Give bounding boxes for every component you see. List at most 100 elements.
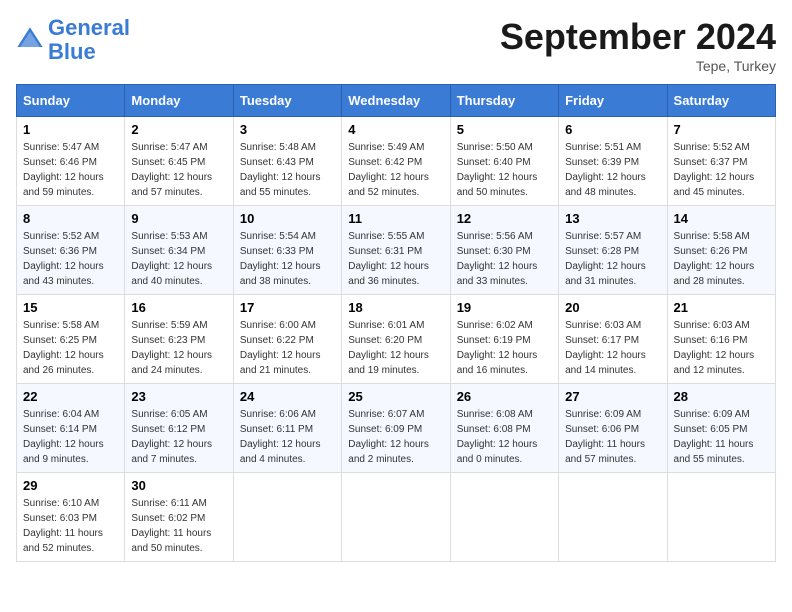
calendar-cell: 28 Sunrise: 6:09 AM Sunset: 6:05 PM Dayl… [667, 384, 775, 473]
day-info: Sunrise: 6:09 AM Sunset: 6:06 PM Dayligh… [565, 407, 660, 467]
day-number: 7 [674, 122, 769, 137]
page-header: GeneralBlue September 2024 Tepe, Turkey [16, 16, 776, 74]
day-number: 24 [240, 389, 335, 404]
day-number: 27 [565, 389, 660, 404]
calendar-cell: 30 Sunrise: 6:11 AM Sunset: 6:02 PM Dayl… [125, 473, 233, 562]
calendar-cell: 9 Sunrise: 5:53 AM Sunset: 6:34 PM Dayli… [125, 206, 233, 295]
calendar-cell: 15 Sunrise: 5:58 AM Sunset: 6:25 PM Dayl… [17, 295, 125, 384]
day-number: 18 [348, 300, 443, 315]
day-number: 15 [23, 300, 118, 315]
day-info: Sunrise: 6:01 AM Sunset: 6:20 PM Dayligh… [348, 318, 443, 378]
calendar-cell: 24 Sunrise: 6:06 AM Sunset: 6:11 PM Dayl… [233, 384, 341, 473]
day-info: Sunrise: 5:47 AM Sunset: 6:46 PM Dayligh… [23, 140, 118, 200]
day-number: 6 [565, 122, 660, 137]
day-info: Sunrise: 5:49 AM Sunset: 6:42 PM Dayligh… [348, 140, 443, 200]
day-info: Sunrise: 5:53 AM Sunset: 6:34 PM Dayligh… [131, 229, 226, 289]
day-number: 12 [457, 211, 552, 226]
calendar-cell: 21 Sunrise: 6:03 AM Sunset: 6:16 PM Dayl… [667, 295, 775, 384]
calendar-cell: 22 Sunrise: 6:04 AM Sunset: 6:14 PM Dayl… [17, 384, 125, 473]
calendar-table: SundayMondayTuesdayWednesdayThursdayFrid… [16, 84, 776, 562]
calendar-cell: 2 Sunrise: 5:47 AM Sunset: 6:45 PM Dayli… [125, 117, 233, 206]
col-header-friday: Friday [559, 85, 667, 117]
calendar-cell [559, 473, 667, 562]
day-info: Sunrise: 6:07 AM Sunset: 6:09 PM Dayligh… [348, 407, 443, 467]
col-header-wednesday: Wednesday [342, 85, 450, 117]
day-number: 8 [23, 211, 118, 226]
day-number: 19 [457, 300, 552, 315]
day-info: Sunrise: 6:04 AM Sunset: 6:14 PM Dayligh… [23, 407, 118, 467]
day-number: 4 [348, 122, 443, 137]
logo-icon [16, 26, 44, 54]
day-info: Sunrise: 6:02 AM Sunset: 6:19 PM Dayligh… [457, 318, 552, 378]
calendar-cell: 4 Sunrise: 5:49 AM Sunset: 6:42 PM Dayli… [342, 117, 450, 206]
day-info: Sunrise: 5:55 AM Sunset: 6:31 PM Dayligh… [348, 229, 443, 289]
day-info: Sunrise: 5:47 AM Sunset: 6:45 PM Dayligh… [131, 140, 226, 200]
day-info: Sunrise: 6:03 AM Sunset: 6:17 PM Dayligh… [565, 318, 660, 378]
day-info: Sunrise: 6:03 AM Sunset: 6:16 PM Dayligh… [674, 318, 769, 378]
day-info: Sunrise: 5:59 AM Sunset: 6:23 PM Dayligh… [131, 318, 226, 378]
calendar-cell: 19 Sunrise: 6:02 AM Sunset: 6:19 PM Dayl… [450, 295, 558, 384]
location: Tepe, Turkey [500, 58, 776, 74]
calendar-cell [667, 473, 775, 562]
day-number: 13 [565, 211, 660, 226]
day-info: Sunrise: 5:54 AM Sunset: 6:33 PM Dayligh… [240, 229, 335, 289]
calendar-cell: 16 Sunrise: 5:59 AM Sunset: 6:23 PM Dayl… [125, 295, 233, 384]
calendar-cell: 12 Sunrise: 5:56 AM Sunset: 6:30 PM Dayl… [450, 206, 558, 295]
day-info: Sunrise: 6:11 AM Sunset: 6:02 PM Dayligh… [131, 496, 226, 556]
calendar-cell: 23 Sunrise: 6:05 AM Sunset: 6:12 PM Dayl… [125, 384, 233, 473]
calendar-cell: 5 Sunrise: 5:50 AM Sunset: 6:40 PM Dayli… [450, 117, 558, 206]
calendar-cell: 27 Sunrise: 6:09 AM Sunset: 6:06 PM Dayl… [559, 384, 667, 473]
day-number: 14 [674, 211, 769, 226]
day-number: 25 [348, 389, 443, 404]
day-info: Sunrise: 5:48 AM Sunset: 6:43 PM Dayligh… [240, 140, 335, 200]
day-info: Sunrise: 6:00 AM Sunset: 6:22 PM Dayligh… [240, 318, 335, 378]
calendar-cell: 14 Sunrise: 5:58 AM Sunset: 6:26 PM Dayl… [667, 206, 775, 295]
day-info: Sunrise: 5:51 AM Sunset: 6:39 PM Dayligh… [565, 140, 660, 200]
day-info: Sunrise: 5:58 AM Sunset: 6:25 PM Dayligh… [23, 318, 118, 378]
day-info: Sunrise: 5:57 AM Sunset: 6:28 PM Dayligh… [565, 229, 660, 289]
day-number: 9 [131, 211, 226, 226]
day-number: 29 [23, 478, 118, 493]
calendar-cell [342, 473, 450, 562]
day-info: Sunrise: 6:05 AM Sunset: 6:12 PM Dayligh… [131, 407, 226, 467]
day-number: 26 [457, 389, 552, 404]
day-number: 1 [23, 122, 118, 137]
day-info: Sunrise: 6:08 AM Sunset: 6:08 PM Dayligh… [457, 407, 552, 467]
day-number: 16 [131, 300, 226, 315]
day-number: 17 [240, 300, 335, 315]
day-info: Sunrise: 6:10 AM Sunset: 6:03 PM Dayligh… [23, 496, 118, 556]
calendar-cell: 10 Sunrise: 5:54 AM Sunset: 6:33 PM Dayl… [233, 206, 341, 295]
calendar-cell: 8 Sunrise: 5:52 AM Sunset: 6:36 PM Dayli… [17, 206, 125, 295]
day-info: Sunrise: 5:50 AM Sunset: 6:40 PM Dayligh… [457, 140, 552, 200]
day-number: 21 [674, 300, 769, 315]
day-info: Sunrise: 6:06 AM Sunset: 6:11 PM Dayligh… [240, 407, 335, 467]
calendar-cell: 18 Sunrise: 6:01 AM Sunset: 6:20 PM Dayl… [342, 295, 450, 384]
calendar-cell: 1 Sunrise: 5:47 AM Sunset: 6:46 PM Dayli… [17, 117, 125, 206]
day-number: 22 [23, 389, 118, 404]
day-number: 11 [348, 211, 443, 226]
day-number: 10 [240, 211, 335, 226]
day-info: Sunrise: 5:52 AM Sunset: 6:36 PM Dayligh… [23, 229, 118, 289]
calendar-cell: 11 Sunrise: 5:55 AM Sunset: 6:31 PM Dayl… [342, 206, 450, 295]
calendar-cell: 20 Sunrise: 6:03 AM Sunset: 6:17 PM Dayl… [559, 295, 667, 384]
day-number: 20 [565, 300, 660, 315]
col-header-thursday: Thursday [450, 85, 558, 117]
logo-text: GeneralBlue [48, 16, 130, 64]
calendar-cell: 25 Sunrise: 6:07 AM Sunset: 6:09 PM Dayl… [342, 384, 450, 473]
day-info: Sunrise: 5:56 AM Sunset: 6:30 PM Dayligh… [457, 229, 552, 289]
title-area: September 2024 Tepe, Turkey [500, 16, 776, 74]
day-number: 28 [674, 389, 769, 404]
day-info: Sunrise: 6:09 AM Sunset: 6:05 PM Dayligh… [674, 407, 769, 467]
day-number: 23 [131, 389, 226, 404]
day-number: 3 [240, 122, 335, 137]
day-number: 30 [131, 478, 226, 493]
col-header-sunday: Sunday [17, 85, 125, 117]
calendar-cell: 13 Sunrise: 5:57 AM Sunset: 6:28 PM Dayl… [559, 206, 667, 295]
day-info: Sunrise: 5:58 AM Sunset: 6:26 PM Dayligh… [674, 229, 769, 289]
calendar-cell: 26 Sunrise: 6:08 AM Sunset: 6:08 PM Dayl… [450, 384, 558, 473]
calendar-cell [450, 473, 558, 562]
day-number: 5 [457, 122, 552, 137]
logo: GeneralBlue [16, 16, 130, 64]
calendar-cell: 29 Sunrise: 6:10 AM Sunset: 6:03 PM Dayl… [17, 473, 125, 562]
calendar-cell: 3 Sunrise: 5:48 AM Sunset: 6:43 PM Dayli… [233, 117, 341, 206]
